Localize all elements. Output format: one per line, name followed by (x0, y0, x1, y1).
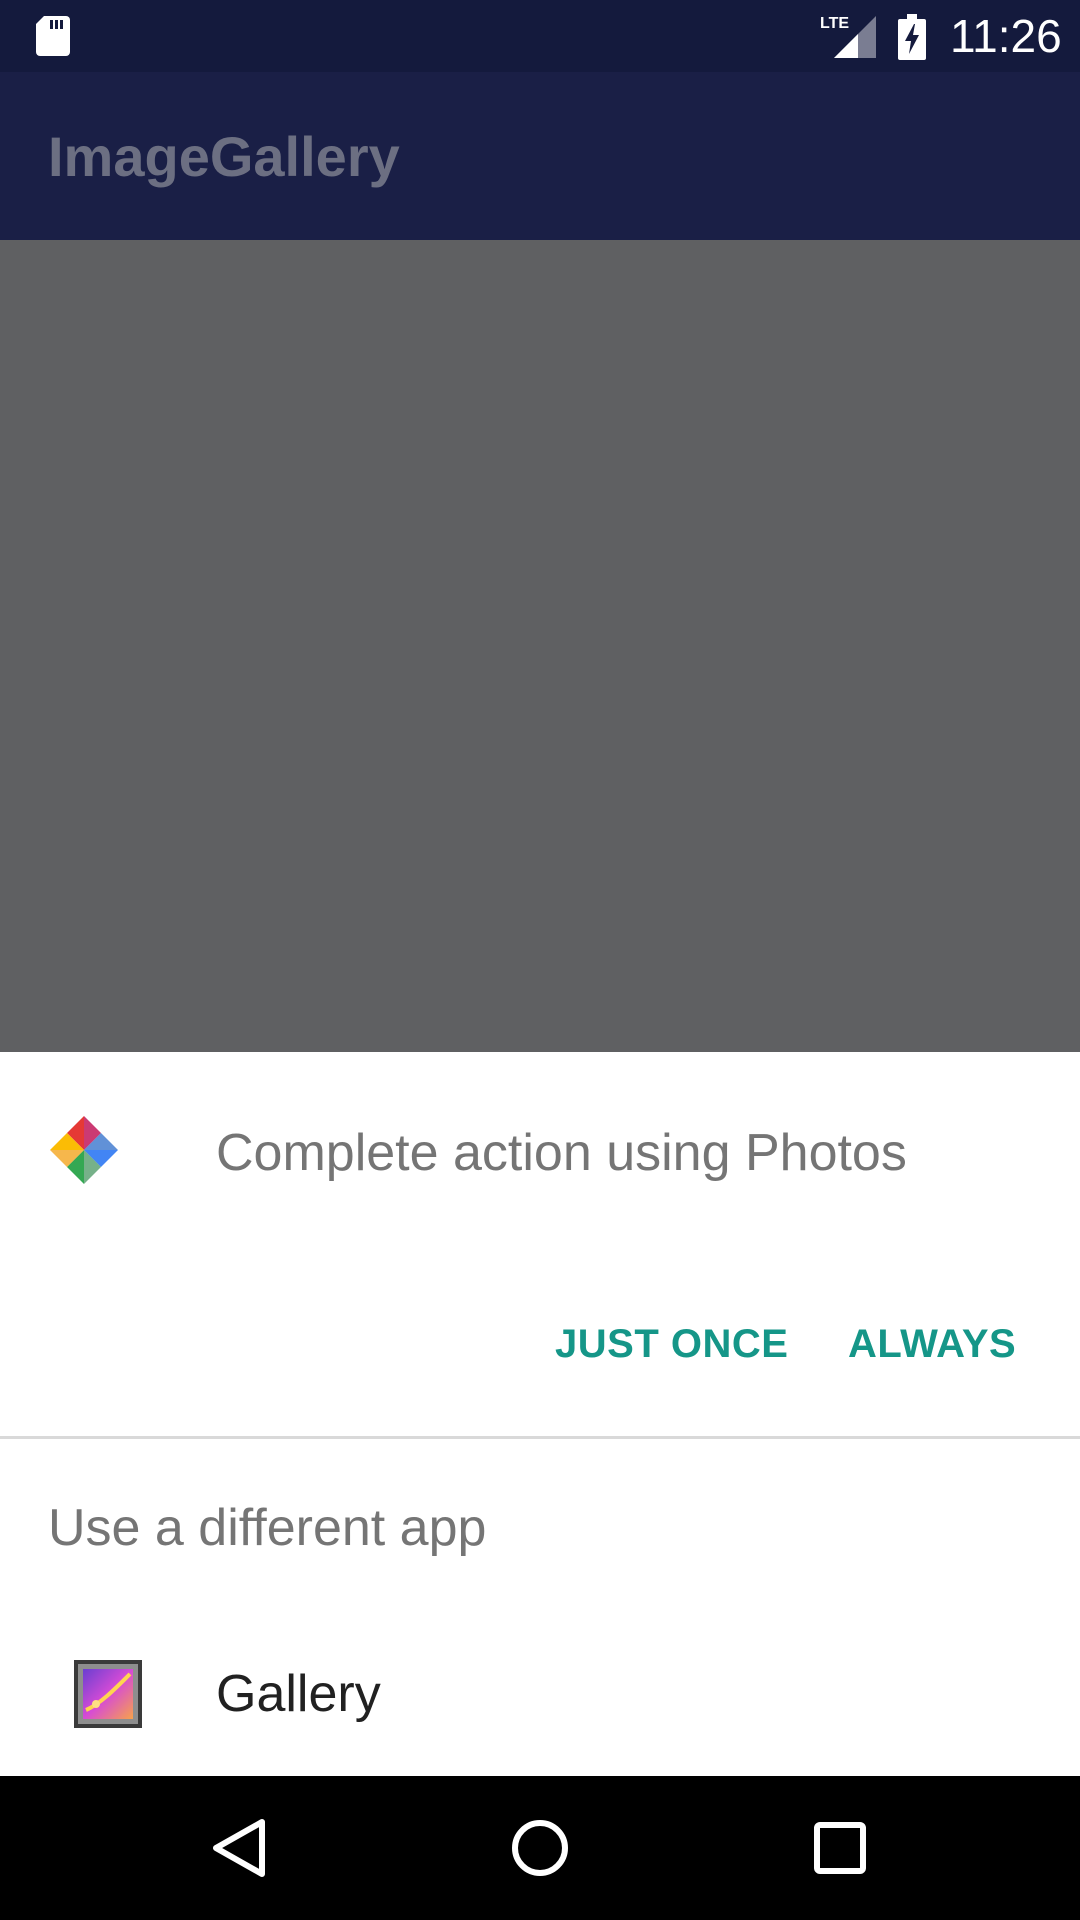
status-bar: LTE 11:26 (0, 0, 1080, 72)
app-chooser-sheet: Complete action using Photos JUST ONCE A… (0, 1052, 1080, 1776)
back-icon[interactable] (200, 1808, 280, 1888)
app-title: ImageGallery (48, 125, 400, 188)
always-button[interactable]: ALWAYS (848, 1308, 1016, 1380)
lte-signal-icon: LTE (820, 15, 876, 58)
app-bar: ImageGallery (0, 72, 1080, 240)
google-photos-icon (50, 1116, 118, 1184)
just-once-button[interactable]: JUST ONCE (555, 1308, 788, 1380)
app-option-label: Gallery (216, 1665, 381, 1723)
navigation-bar (0, 1776, 1080, 1920)
lte-label: LTE (820, 15, 849, 32)
status-clock: 11:26 (950, 10, 1062, 62)
battery-charging-icon (898, 14, 926, 60)
sd-card-icon (36, 16, 70, 56)
recents-icon[interactable] (800, 1808, 880, 1888)
dimmed-content-scrim[interactable] (0, 240, 1080, 1052)
divider (0, 1436, 1080, 1439)
chooser-title: Complete action using Photos (216, 1124, 907, 1182)
use-different-app-label: Use a different app (48, 1499, 487, 1557)
home-icon[interactable] (500, 1808, 580, 1888)
gallery-icon (74, 1660, 142, 1728)
app-option-gallery[interactable]: Gallery (0, 1638, 1080, 1776)
